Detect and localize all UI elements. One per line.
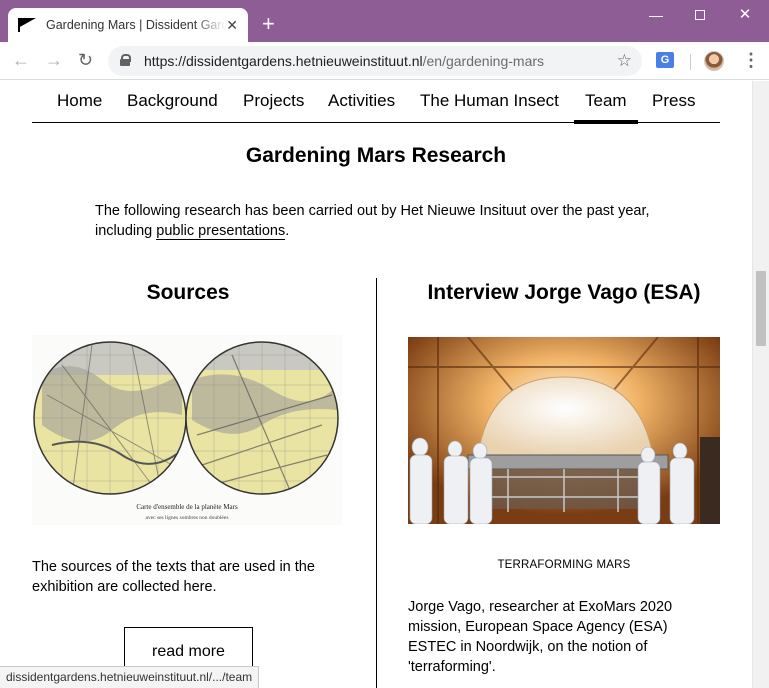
nav-item-projects[interactable]: Projects: [243, 91, 304, 111]
intro-paragraph: The following research has been carried …: [95, 201, 655, 241]
mars-map-image[interactable]: Carte d'ensemble de la planète Mars avec…: [32, 335, 342, 525]
translate-icon[interactable]: G: [656, 52, 674, 68]
link-status-bubble: dissidentgardens.hetnieuweinstituut.nl/.…: [0, 666, 260, 688]
reload-icon[interactable]: ↻: [78, 50, 93, 70]
nav-item-press[interactable]: Press: [652, 91, 695, 111]
profile-avatar[interactable]: [704, 51, 724, 71]
intro-end: .: [285, 223, 290, 239]
sources-title: Sources: [146, 281, 230, 304]
interview-title: Interview Jorge Vago (ESA): [427, 281, 701, 304]
nav-item-the-human-insect[interactable]: The Human Insect: [420, 91, 559, 111]
public-presentations-link[interactable]: public presentations: [156, 223, 286, 240]
page-title: Gardening Mars Research: [245, 144, 507, 167]
url-path: /en/gardening-mars: [422, 53, 545, 69]
interview-text: Jorge Vago, researcher at ExoMars 2020 m…: [408, 599, 673, 675]
toolbar-separator: [690, 54, 691, 70]
nav-item-activities[interactable]: Activities: [328, 91, 395, 111]
bookmark-star-icon[interactable]: ☆: [617, 51, 632, 71]
back-arrow-icon[interactable]: ←: [12, 50, 30, 70]
nav-item-team[interactable]: Team: [574, 91, 638, 124]
url-text: https://dissidentgardens.hetnieuweinstit…: [144, 53, 544, 69]
site-nav: Home Background Projects Activities The …: [32, 81, 720, 124]
browser-titlebar: Gardening Mars | Dissident Gardens ✕ + —…: [0, 0, 769, 42]
interview-caption: TERRAFORMING MARS: [497, 559, 631, 571]
browser-menu-icon[interactable]: ⋮: [742, 50, 760, 70]
sources-text: The sources of the texts that are used i…: [32, 559, 315, 595]
nav-item-background[interactable]: Background: [127, 91, 218, 111]
url-host: https://dissidentgardens.hetnieuweinstit…: [144, 53, 423, 69]
mars-hemispheres-map: Carte d'ensemble de la planète Mars avec…: [33, 341, 339, 521]
forward-arrow-icon[interactable]: →: [45, 50, 63, 70]
maximize-icon[interactable]: [690, 6, 710, 24]
tab-close-icon[interactable]: ✕: [226, 17, 238, 33]
esa-lab-photo[interactable]: [408, 337, 720, 524]
column-divider: [376, 278, 377, 688]
site-favicon-icon: [18, 18, 36, 32]
cleanroom-photo: [408, 337, 720, 524]
address-bar[interactable]: https://dissidentgardens.hetnieuweinstit…: [108, 46, 642, 76]
new-tab-icon[interactable]: +: [262, 13, 275, 35]
tab-title: Gardening Mars | Dissident Gardens: [46, 18, 226, 32]
nav-item-home[interactable]: Home: [57, 91, 102, 111]
map-caption-line2: avec ses lignes sombres non doublées: [146, 515, 229, 521]
window-close-icon[interactable]: ✕: [735, 6, 755, 24]
page-viewport: Home Background Projects Activities The …: [0, 81, 752, 688]
page-scrollbar[interactable]: [752, 81, 769, 688]
minimize-icon[interactable]: —: [646, 6, 666, 24]
map-caption-line1: Carte d'ensemble de la planète Mars: [136, 503, 238, 511]
browser-toolbar: ← → ↻ https://dissidentgardens.hetnieuwe…: [0, 42, 769, 80]
lock-icon: [120, 54, 131, 66]
scrollbar-thumb[interactable]: [756, 271, 766, 346]
browser-tab[interactable]: Gardening Mars | Dissident Gardens ✕: [8, 8, 248, 42]
